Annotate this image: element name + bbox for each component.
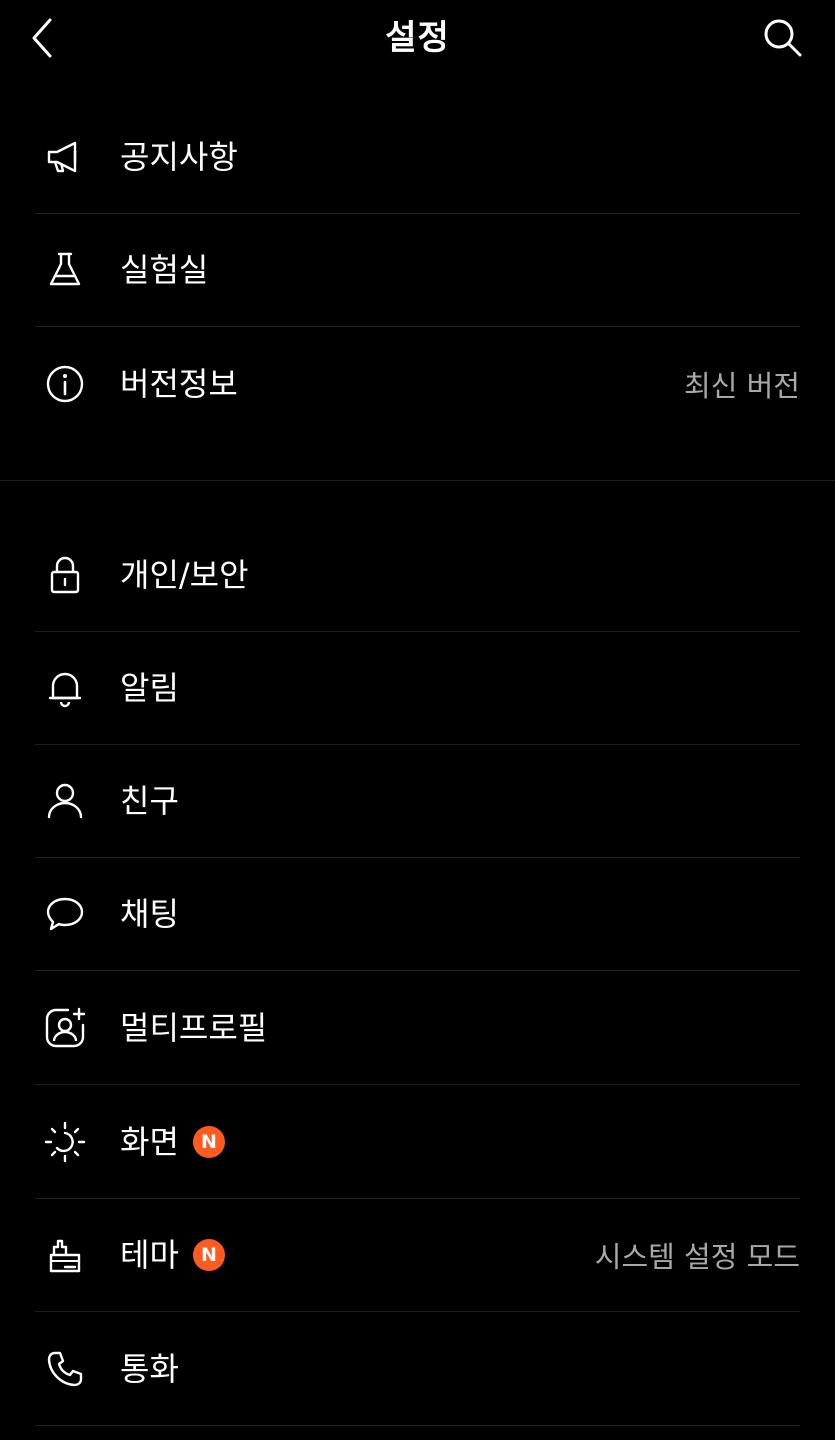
menu-item-label: 통화: [120, 1350, 179, 1388]
page-title: 설정: [385, 18, 450, 58]
lock-icon: [36, 546, 94, 604]
menu-item-call[interactable]: 통화: [35, 1313, 800, 1426]
bell-icon: [36, 659, 94, 717]
menu-item-label: 친구: [120, 782, 179, 820]
phone-icon: [36, 1340, 94, 1398]
menu-item-theme[interactable]: 테마 N 시스템 설정 모드: [35, 1199, 800, 1312]
menu-item-lab[interactable]: 실험실: [35, 214, 800, 327]
settings-screen: 설정 공지사항 실험실 버전정보 최신 버전 개인/보안 알림 친구 채팅 멀티…: [0, 0, 835, 1440]
menu-item-chat[interactable]: 채팅: [35, 858, 800, 971]
menu-item-multi-profile[interactable]: 멀티프로필: [35, 972, 800, 1085]
search-button[interactable]: [759, 14, 807, 62]
section-divider: [0, 480, 835, 481]
menu-item-privacy-security[interactable]: 개인/보안: [35, 519, 800, 632]
menu-item-label: 개인/보안: [120, 556, 249, 594]
search-icon: [764, 19, 802, 57]
menu-item-label: 채팅: [120, 895, 179, 933]
menu-item-label: 실험실: [120, 251, 209, 289]
new-badge: N: [192, 1126, 225, 1158]
chat-bubble-icon: [36, 885, 94, 943]
multi-profile-icon: [36, 999, 94, 1057]
brightness-icon: [36, 1113, 94, 1171]
menu-item-display[interactable]: 화면 N: [35, 1086, 800, 1199]
menu-item-friends[interactable]: 친구: [35, 745, 800, 858]
menu-item-notifications[interactable]: 알림: [35, 632, 800, 745]
menu-item-label: 멀티프로필: [120, 1009, 268, 1047]
menu-item-label: 테마: [120, 1236, 179, 1274]
info-icon: [36, 355, 94, 413]
paint-brush-icon: [36, 1226, 94, 1284]
flask-icon: [36, 241, 94, 299]
new-badge: N: [192, 1239, 225, 1271]
megaphone-icon: [36, 128, 94, 186]
menu-item-label: 공지사항: [120, 138, 238, 176]
theme-mode-value: 시스템 설정 모드: [594, 1240, 800, 1274]
menu-item-version-info[interactable]: 버전정보 최신 버전: [35, 327, 800, 440]
menu-item-label: 버전정보: [120, 364, 238, 403]
version-status: 최신 버전: [684, 368, 800, 403]
menu-item-notice[interactable]: 공지사항: [35, 101, 800, 214]
header: 설정: [0, 0, 835, 78]
menu-item-label: 알림: [120, 669, 179, 707]
person-icon: [36, 772, 94, 830]
menu-item-label: 화면: [120, 1123, 179, 1161]
